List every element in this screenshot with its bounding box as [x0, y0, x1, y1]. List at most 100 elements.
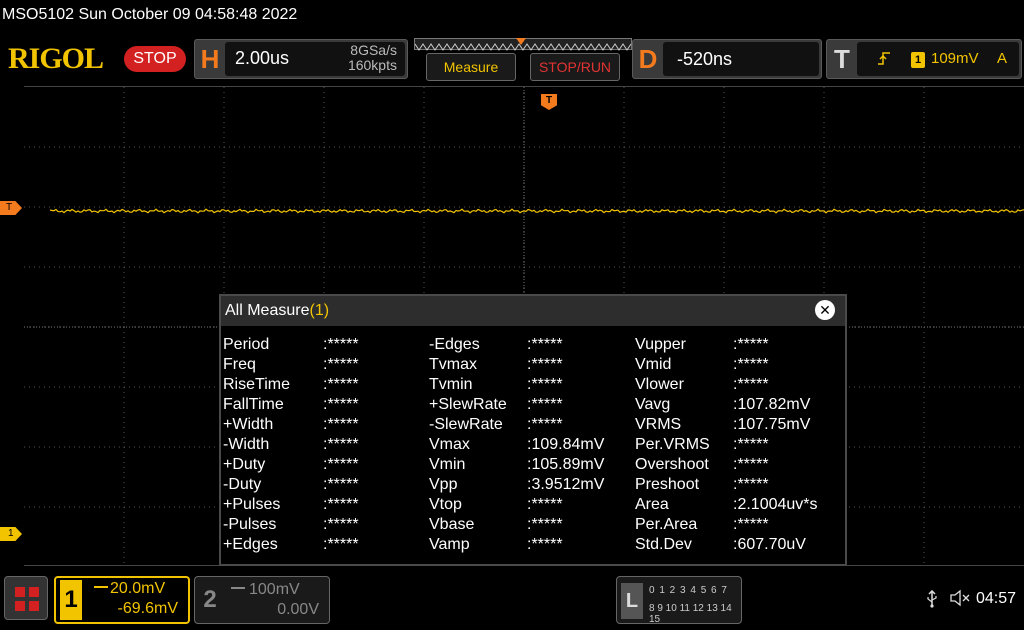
measure-name: Std.Dev: [635, 536, 692, 553]
measure-value: :*****: [733, 476, 769, 493]
trigger-panel[interactable]: T 1 109mV A: [826, 39, 1022, 79]
measure-name: Tvmax: [429, 356, 477, 373]
stop-run-button[interactable]: STOP/RUN: [530, 53, 620, 81]
measure-name: Vmid: [635, 356, 672, 373]
measure-name: Vmin: [429, 456, 466, 473]
measure-value: :*****: [323, 516, 359, 533]
measure-value: :*****: [323, 416, 359, 433]
measure-name: Per.Area: [635, 516, 698, 533]
measure-value: :*****: [733, 376, 769, 393]
timebase-value: 2.00us: [235, 48, 290, 68]
measure-name: +Duty: [223, 456, 266, 473]
horizontal-display: 2.00us 8GSa/s 160kpts: [225, 42, 405, 76]
measure-value: :2.1004uv*s: [733, 496, 818, 513]
trigger-letter: T: [834, 44, 850, 74]
trigger-mode: A: [996, 50, 1007, 67]
memory-depth: 160kpts: [347, 57, 397, 73]
ch1-trace: [49, 208, 1024, 214]
run-status-badge[interactable]: STOP: [124, 46, 186, 72]
speaker-glyph: [950, 589, 970, 607]
measure-value: :*****: [733, 436, 769, 453]
measure-name: Area: [635, 496, 669, 513]
system-clock: 04:57: [976, 590, 1017, 607]
ch2-scale: 100mV: [249, 581, 300, 598]
measure-value: :107.82mV: [733, 396, 811, 413]
measure-name: Per.VRMS: [635, 436, 710, 453]
dialog-title-count: (1): [309, 302, 330, 319]
delay-value: -520ns: [677, 49, 733, 69]
ch2-offset: 0.00V: [277, 601, 319, 618]
memory-position-marker: [516, 38, 526, 45]
dialog-title: All Measure(1): [225, 302, 329, 320]
measure-value: :*****: [323, 376, 359, 393]
measure-name: RiseTime: [223, 376, 290, 393]
measure-value: :*****: [323, 456, 359, 473]
measure-value: :*****: [733, 336, 769, 353]
logic-analyzer-panel[interactable]: L 0 1 2 3 4 5 6 7 8 9 10 11 12 13 14 15: [616, 576, 742, 625]
measure-value: :*****: [527, 536, 563, 553]
all-measure-dialog: All Measure(1) ✕ Period:***** Freq:***** R…: [219, 294, 847, 566]
ch1-scale: 20.0mV: [90, 580, 165, 598]
measure-name: Vpp: [429, 476, 458, 493]
measure-value: :*****: [527, 416, 563, 433]
measure-value: :*****: [733, 456, 769, 473]
measure-value: :*****: [323, 396, 359, 413]
measure-name: Overshoot: [635, 456, 709, 473]
logic-channels-row2: 8 9 10 11 12 13 14 15: [649, 603, 732, 625]
measure-value: :*****: [527, 516, 563, 533]
measure-name: -Edges: [429, 336, 480, 353]
ch1-number: 1: [60, 580, 82, 620]
measure-value: :*****: [323, 336, 359, 353]
close-icon[interactable]: ✕: [815, 300, 835, 320]
ch2-panel[interactable]: 2 100mV 0.00V: [194, 576, 330, 624]
speaker-muted-icon[interactable]: [950, 589, 970, 612]
main-menu-button[interactable]: [4, 576, 48, 620]
measure-name: +SlewRate: [429, 396, 507, 413]
ch1-offset-marker[interactable]: 1: [0, 527, 22, 541]
logic-letter: L: [621, 583, 643, 619]
delay-panel[interactable]: D -520ns: [632, 39, 822, 79]
measure-value: :*****: [323, 356, 359, 373]
delay-display: -520ns: [663, 42, 819, 76]
measure-value: :*****: [733, 356, 769, 373]
ch2-number: 2: [203, 586, 217, 613]
usb-glyph: [927, 589, 937, 608]
measure-name: Vavg: [635, 396, 671, 413]
measure-value: :607.70uV: [733, 536, 806, 553]
measure-name: VRMS: [635, 416, 682, 433]
measure-value: :*****: [323, 536, 359, 553]
measure-value: :3.9512mV: [527, 476, 605, 493]
sample-info: 8GSa/s 160kpts: [348, 43, 397, 73]
rising-edge-glyph: [878, 52, 890, 65]
trigger-level: 109mV: [931, 50, 979, 67]
toolbar: RIGOL STOP H 2.00us 8GSa/s 160kpts Measu…: [0, 36, 1024, 86]
measure-value: :*****: [527, 336, 563, 353]
horizontal-panel[interactable]: H 2.00us 8GSa/s 160kpts: [194, 39, 408, 79]
measure-name: Vlower: [635, 376, 684, 393]
measure-name: +Width: [223, 416, 274, 433]
measure-name: -SlewRate: [429, 416, 503, 433]
measure-name: Vamp: [429, 536, 470, 553]
dialog-header: All Measure(1) ✕: [221, 296, 845, 326]
delay-letter: D: [638, 44, 658, 74]
measure-button[interactable]: Measure: [426, 53, 516, 81]
measure-name: +Pulses: [223, 496, 281, 513]
rigol-logo: RIGOL: [8, 42, 104, 75]
horizontal-letter: H: [200, 44, 220, 74]
bottom-bar: 1 20.0mV -69.6mV 2 100mV 0.00V L 0 1 2 3…: [0, 568, 1024, 630]
trigger-level-marker[interactable]: T: [0, 201, 22, 215]
measure-value: :*****: [527, 376, 563, 393]
dialog-title-text: All Measure: [225, 302, 310, 319]
measure-name: Freq: [223, 356, 256, 373]
trigger-source: 1: [911, 52, 925, 68]
rising-edge-icon: [877, 50, 891, 71]
trigger-display: 1 109mV A: [857, 42, 1019, 76]
measure-name: FallTime: [223, 396, 284, 413]
measure-value: :*****: [527, 396, 563, 413]
ch1-panel[interactable]: 1 20.0mV -69.6mV: [54, 576, 190, 624]
measure-value: :*****: [733, 516, 769, 533]
measure-value: :107.75mV: [733, 416, 811, 433]
ch1-offset: -69.6mV: [117, 600, 178, 617]
ch1-scale-value: 20.0mV: [110, 580, 166, 597]
measure-name: Tvmin: [429, 376, 473, 393]
